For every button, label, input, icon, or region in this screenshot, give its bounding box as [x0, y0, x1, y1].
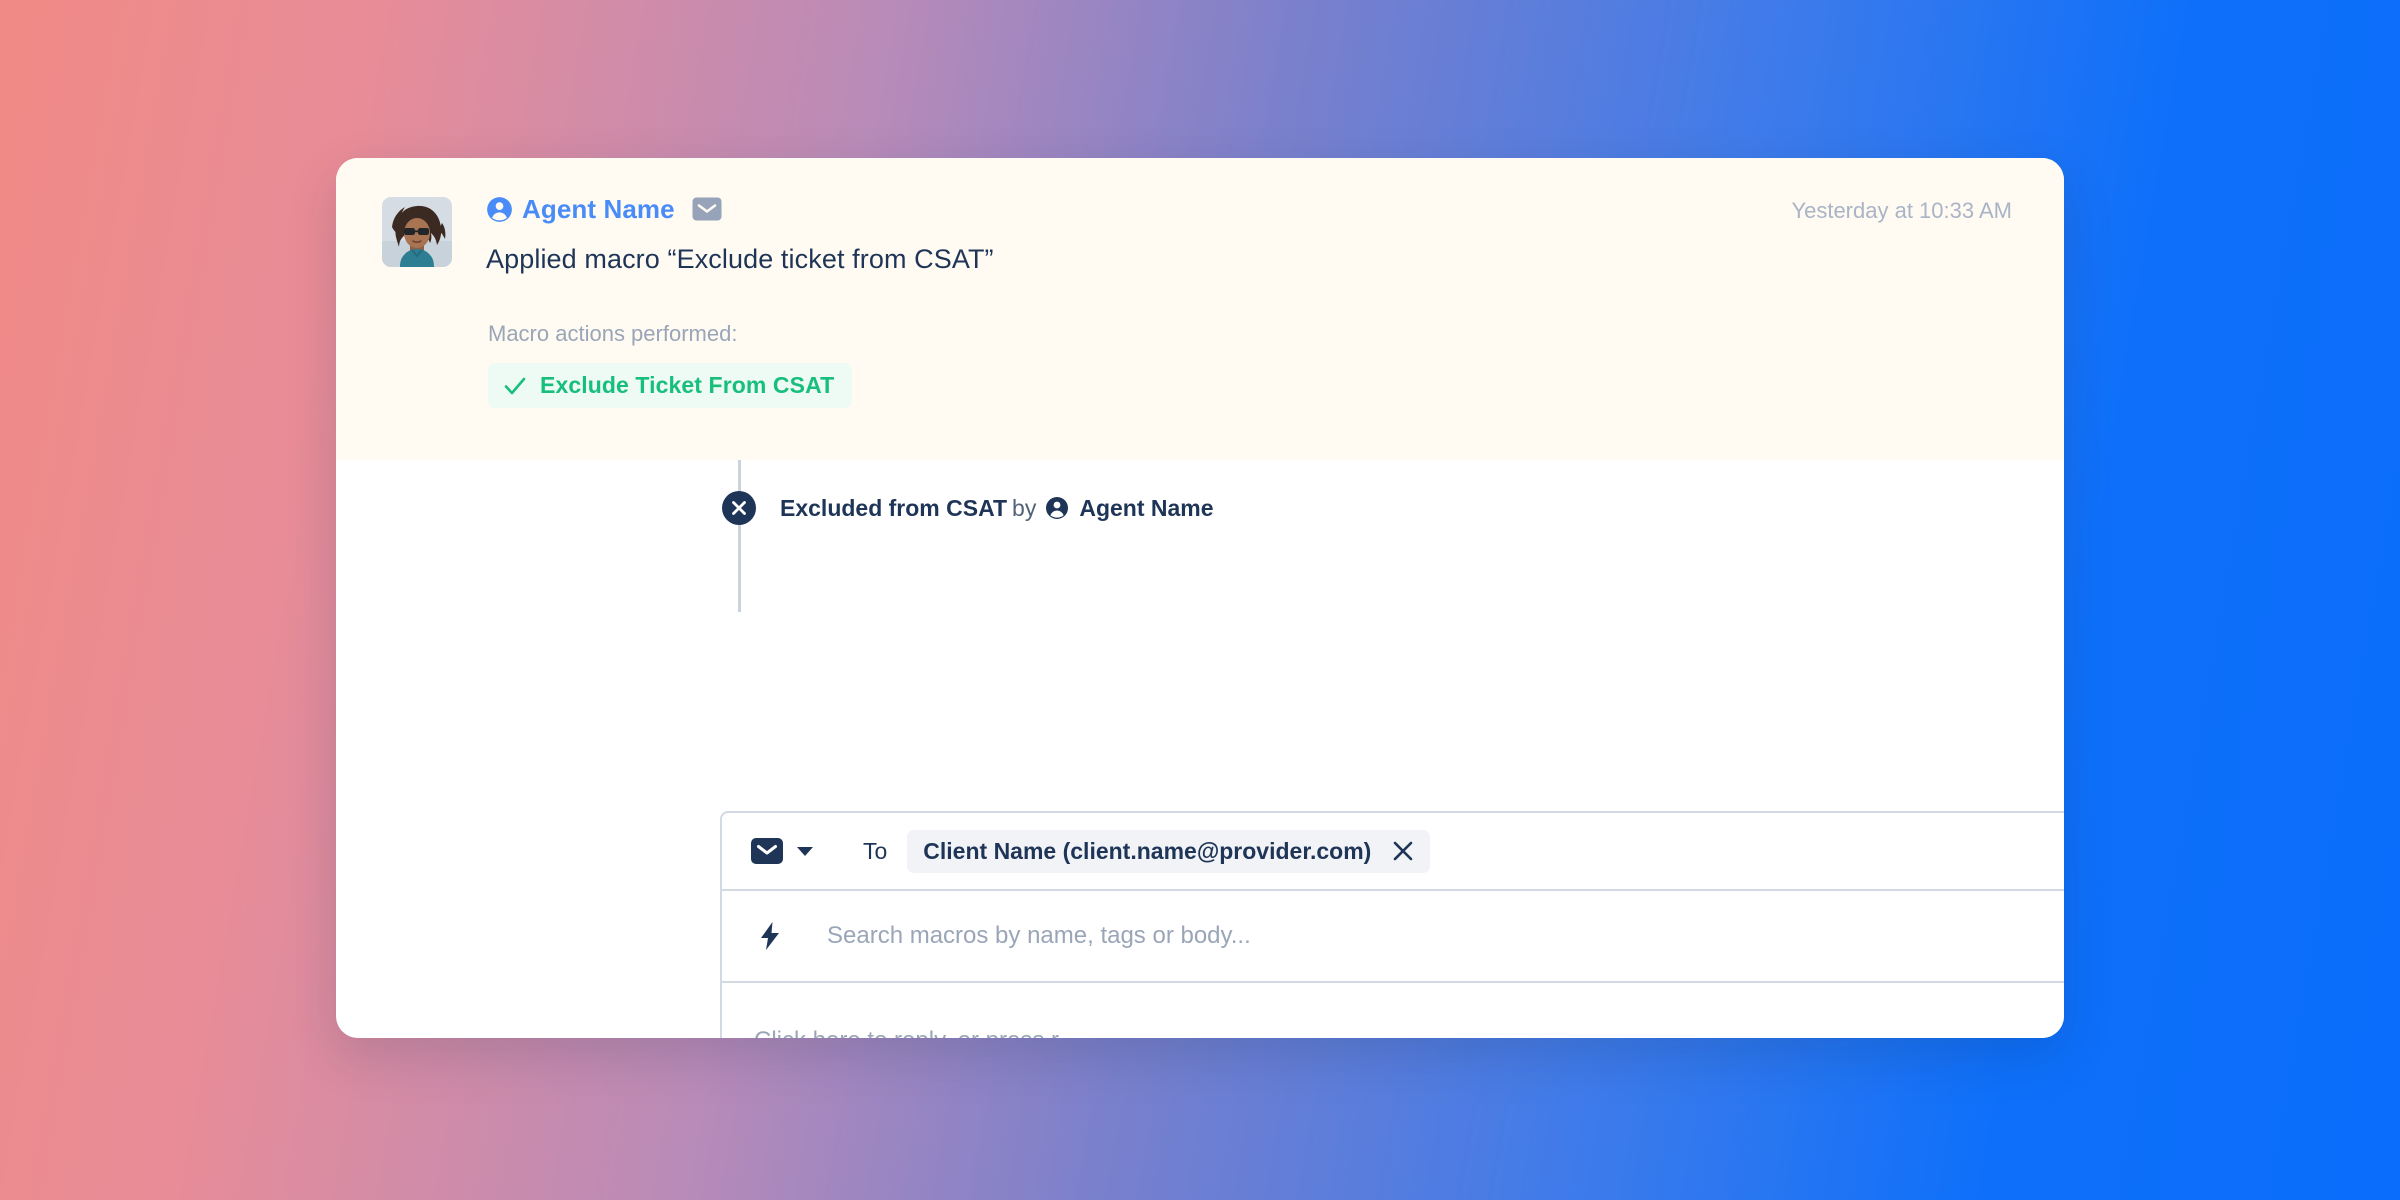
- ticket-event-card: Agent Name Yesterday at 10:33 AM Applied…: [336, 158, 2064, 1038]
- macro-applied-event: Agent Name Yesterday at 10:33 AM Applied…: [336, 158, 2064, 460]
- chevron-down-icon: [797, 846, 813, 856]
- macro-search-row: [722, 891, 2064, 983]
- status-label: Excluded from CSAT: [780, 494, 1008, 521]
- envelope-icon: [750, 834, 784, 868]
- macro-search-input[interactable]: [827, 922, 2064, 950]
- status-text: Excluded from CSAT by Agent Name: [780, 495, 1214, 522]
- event-timestamp: Yesterday at 10:33 AM: [1791, 198, 2012, 223]
- envelope-icon: [692, 197, 722, 221]
- composer-to-row: To Client Name (client.name@provider.com…: [722, 813, 2064, 891]
- status-row: Excluded from CSAT by Agent Name: [336, 460, 1214, 556]
- event-row: Agent Name Yesterday at 10:33 AM Applied…: [382, 192, 2018, 408]
- agent-avatar: [382, 197, 452, 267]
- reply-placeholder: Click here to reply, or press r.: [754, 1027, 2064, 1038]
- macro-action-item: Exclude Ticket From CSAT: [488, 363, 853, 408]
- event-header: Agent Name Yesterday at 10:33 AM: [486, 192, 2018, 226]
- timeline-section: Excluded from CSAT by Agent Name: [336, 460, 2064, 650]
- reply-body-area[interactable]: Click here to reply, or press r.: [722, 983, 2064, 1038]
- close-icon[interactable]: [1390, 838, 1416, 864]
- macro-action-label: Exclude Ticket From CSAT: [540, 372, 835, 398]
- applied-macro-text: Applied macro “Exclude ticket from CSAT”: [486, 244, 994, 274]
- macro-actions-label: Macro actions performed:: [488, 321, 738, 346]
- person-icon: [1045, 496, 1069, 520]
- check-icon: [502, 373, 528, 399]
- to-label: To: [863, 837, 888, 864]
- close-circle-icon: [722, 491, 756, 525]
- status-actor-name: Agent Name: [1079, 494, 1214, 521]
- agent-name-link[interactable]: Agent Name: [522, 194, 675, 225]
- channel-picker[interactable]: [750, 834, 813, 868]
- recipient-text: Client Name (client.name@provider.com): [923, 837, 1372, 864]
- recipient-chip[interactable]: Client Name (client.name@provider.com): [907, 829, 1431, 873]
- reply-composer[interactable]: To Client Name (client.name@provider.com…: [720, 811, 2064, 1038]
- lightning-bolt-icon: [757, 921, 783, 951]
- event-body: Agent Name Yesterday at 10:33 AM Applied…: [486, 192, 2018, 408]
- status-by-word: by: [1012, 494, 1037, 521]
- person-icon: [486, 196, 513, 223]
